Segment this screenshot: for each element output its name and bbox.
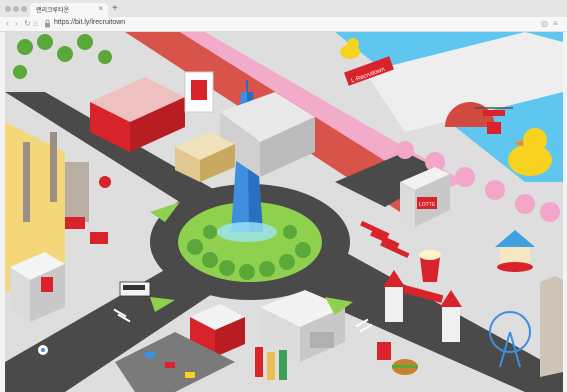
- tab-close-icon[interactable]: ×: [98, 4, 103, 13]
- forward-icon[interactable]: ›: [15, 19, 18, 29]
- theater-sign-text: LOTTE: [419, 202, 436, 208]
- tab-title: 랜리크루타운: [36, 7, 70, 14]
- minimize-window-icon[interactable]: [13, 6, 19, 12]
- extensions-icon[interactable]: ◎: [541, 19, 548, 29]
- maximize-window-icon[interactable]: [21, 6, 27, 12]
- address-bar: ‹ › ↻ ⌂ https://bit.ly/lrecruitown ◎ ≡: [0, 17, 567, 32]
- map-pin-icon[interactable]: [38, 345, 48, 355]
- close-window-icon[interactable]: [5, 6, 11, 12]
- isometric-town-illustration: L·Recruitown LOTTE: [5, 32, 563, 392]
- browser-tab[interactable]: 랜리크루타운 ×: [30, 3, 108, 17]
- url-field[interactable]: https://bit.ly/lrecruitown: [54, 19, 125, 26]
- home-icon[interactable]: ⌂: [33, 19, 38, 29]
- back-icon[interactable]: ‹: [6, 19, 9, 29]
- new-tab-button[interactable]: +: [112, 3, 118, 15]
- browser-window: 랜리크루타운 × + ‹ › ↻ ⌂ https://bit.ly/lrecru…: [0, 0, 567, 392]
- town-map-viewport[interactable]: L·Recruitown LOTTE: [5, 32, 563, 392]
- bus-icon: [119, 281, 151, 297]
- apartment-tower: [540, 276, 563, 377]
- billboard: [184, 71, 214, 113]
- lock-icon: [45, 19, 50, 28]
- menu-icon[interactable]: ≡: [553, 19, 558, 29]
- tab-bar: 랜리크루타운 × +: [0, 0, 567, 17]
- reload-icon[interactable]: ↻: [24, 19, 31, 29]
